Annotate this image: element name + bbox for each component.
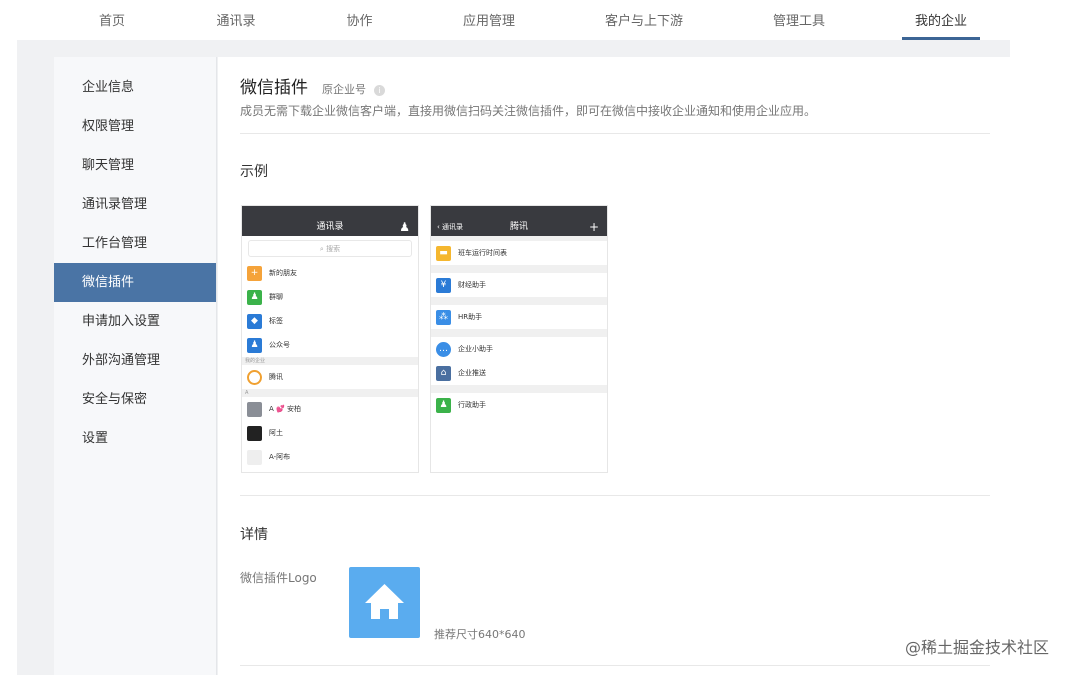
title-row: 微信插件 原企业号 i — [240, 73, 385, 98]
tag-icon: ◆ — [247, 313, 262, 329]
group-icon: ♟ — [247, 289, 262, 305]
top-navigation: 首页 通讯录 协作 应用管理 客户与上下游 管理工具 我的企业 — [0, 0, 1010, 40]
divider — [240, 133, 990, 134]
list-item: ♟ 行政助手 — [431, 393, 607, 417]
phone-title: 通讯录 — [316, 222, 344, 232]
tab-contacts[interactable]: 通讯录 — [210, 0, 262, 40]
group-gap — [431, 265, 607, 273]
group-header: 我的企业 — [242, 357, 418, 365]
info-icon[interactable]: i — [374, 85, 385, 96]
logo-label: 微信插件Logo — [240, 571, 317, 585]
home-icon: ⌂ — [436, 365, 451, 381]
list-item: 腾讯 — [242, 365, 418, 389]
list-item: 阿土 — [242, 421, 418, 445]
chat-bubble-icon: … — [436, 341, 451, 357]
tab-my-company[interactable]: 我的企业 — [902, 0, 980, 40]
list-item: ⌂ 企业推送 — [431, 361, 607, 385]
page-title: 微信插件 — [240, 78, 308, 98]
logo-size-hint: 推荐尺寸640*640 — [434, 628, 526, 641]
list-item: ◆ 标签 — [242, 309, 418, 333]
tab-customers[interactable]: 客户与上下游 — [598, 0, 690, 40]
example-phone-contacts: 通讯录 ♟ ⌕ 搜索 + 新的朋友 ♟ 群聊 ◆ 标签 ♟ 公众号 我的企业 腾讯 A … — [241, 205, 419, 473]
avatar — [247, 449, 262, 465]
tab-collaboration[interactable]: 协作 — [337, 0, 382, 40]
list-item: ♟ 群聊 — [242, 285, 418, 309]
phone-header: ‹ 通讯录 腾讯 + — [431, 206, 607, 236]
sidebar-item-contacts[interactable]: 通讯录管理 — [54, 185, 216, 224]
tab-app-management[interactable]: 应用管理 — [459, 0, 519, 40]
plugin-logo[interactable] — [349, 567, 420, 638]
sidebar-item-external[interactable]: 外部沟通管理 — [54, 341, 216, 380]
divider — [240, 495, 990, 496]
sidebar-item-workbench[interactable]: 工作台管理 — [54, 224, 216, 263]
add-contact-icon: ♟ — [399, 220, 410, 234]
phone-title: 腾讯 — [509, 222, 528, 232]
home-icon — [365, 584, 404, 619]
avatar — [247, 401, 262, 417]
tab-home[interactable]: 首页 — [87, 0, 137, 40]
watermark: @稀土掘金技术社区 — [905, 638, 1050, 657]
group-gap — [431, 385, 607, 393]
list-item: … 企业小助手 — [431, 337, 607, 361]
group-gap — [431, 297, 607, 305]
example-heading: 示例 — [240, 164, 268, 180]
detail-heading: 详情 — [240, 527, 268, 543]
example-phone-company: ‹ 通讯录 腾讯 + ▬ 班车运行时间表 ¥ 财经助手 ⁂ HR助手 … 企业小助手 ⌂… — [430, 205, 608, 473]
page-description: 成员无需下载企业微信客户端，直接用微信扫码关注微信插件，即可在微信中接收企业通知… — [240, 104, 817, 118]
group-gap — [431, 329, 607, 337]
person-icon: ♟ — [247, 337, 262, 353]
list-item: ⁂ HR助手 — [431, 305, 607, 329]
phone-header: 通讯录 ♟ — [242, 206, 418, 236]
main-content: 微信插件 原企业号 i 成员无需下载企业微信客户端，直接用微信扫码关注微信插件，… — [218, 57, 1010, 675]
sidebar-item-chat[interactable]: 聊天管理 — [54, 146, 216, 185]
network-icon: ⁂ — [436, 309, 451, 325]
page-subtitle: 原企业号 — [322, 83, 366, 96]
sidebar-item-permissions[interactable]: 权限管理 — [54, 107, 216, 146]
list-item: A-阿布 — [242, 445, 418, 469]
sidebar-item-wechat-plugin[interactable]: 微信插件 — [54, 263, 216, 302]
plus-icon: + — [588, 220, 599, 234]
phone-search: ⌕ 搜索 — [248, 240, 412, 257]
avatar — [247, 425, 262, 441]
person-icon: ♟ — [436, 397, 451, 413]
divider — [240, 665, 990, 666]
list-item: ♟ 公众号 — [242, 333, 418, 357]
yen-icon: ¥ — [436, 277, 451, 293]
sidebar-item-settings[interactable]: 设置 — [54, 419, 216, 458]
tab-management-tools[interactable]: 管理工具 — [766, 0, 832, 40]
list-item: A 💕 安柏 — [242, 397, 418, 421]
sidebar-item-security[interactable]: 安全与保密 — [54, 380, 216, 419]
person-add-icon: + — [247, 265, 262, 281]
group-header: A — [242, 389, 418, 397]
list-item: + 新的朋友 — [242, 261, 418, 285]
sidebar-item-join-settings[interactable]: 申请加入设置 — [54, 302, 216, 341]
back-icon: ‹ 通讯录 — [437, 223, 464, 231]
list-item: ¥ 财经助手 — [431, 273, 607, 297]
company-logo-icon — [247, 369, 262, 385]
sidebar: 企业信息 权限管理 聊天管理 通讯录管理 工作台管理 微信插件 申请加入设置 外… — [54, 57, 217, 675]
sidebar-item-company-info[interactable]: 企业信息 — [54, 68, 216, 107]
